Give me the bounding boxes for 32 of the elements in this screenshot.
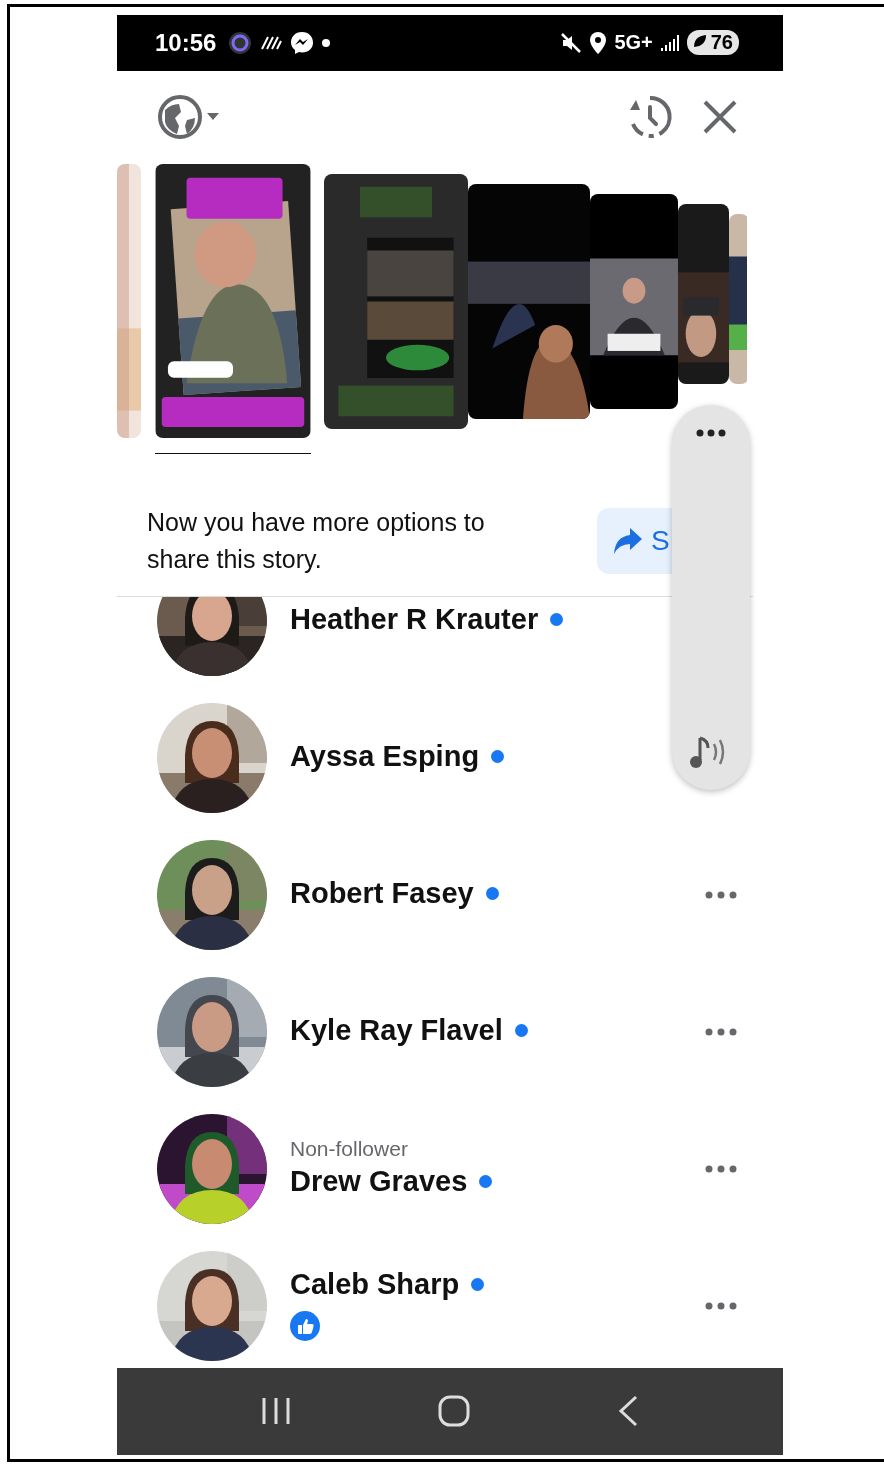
viewer-name: Ayssa Esping — [290, 739, 480, 773]
recents-button[interactable] — [260, 1396, 291, 1427]
more-icon[interactable] — [696, 429, 726, 437]
ring-icon — [228, 30, 253, 55]
more-icon[interactable] — [705, 1165, 737, 1174]
close-button[interactable] — [703, 100, 737, 135]
messenger-icon — [290, 30, 315, 55]
viewer-name: Caleb Sharp — [290, 1267, 460, 1301]
clock: 10:56 — [155, 28, 217, 57]
viewer-name: Kyle Ray Flavel — [290, 1013, 503, 1047]
dot-icon — [322, 38, 331, 47]
signal-icon — [660, 33, 679, 52]
share-icon — [613, 526, 643, 555]
location-icon — [590, 31, 607, 54]
more-icon[interactable] — [705, 1028, 737, 1037]
viewer-subtitle: Non-follower — [290, 1136, 409, 1161]
battery-indicator: 76 — [686, 30, 739, 56]
more-icon[interactable] — [705, 891, 737, 900]
slashes-icon — [260, 35, 283, 50]
share-prompt-text: Now you have more options to share this story. — [147, 506, 486, 575]
home-button[interactable] — [438, 1395, 470, 1428]
share-button[interactable]: S — [597, 507, 672, 574]
globe-icon[interactable] — [157, 94, 203, 141]
viewer-name: Drew Graves — [290, 1164, 468, 1198]
mute-icon — [560, 31, 583, 54]
back-button[interactable] — [617, 1395, 640, 1428]
viewer-name: Heather R Krauter — [290, 602, 539, 636]
caret-icon[interactable] — [207, 113, 219, 122]
network-label: 5G+ — [614, 31, 653, 55]
more-icon[interactable] — [705, 1302, 737, 1311]
history-button[interactable] — [627, 94, 673, 141]
viewer-name: Robert Fasey — [290, 876, 474, 910]
